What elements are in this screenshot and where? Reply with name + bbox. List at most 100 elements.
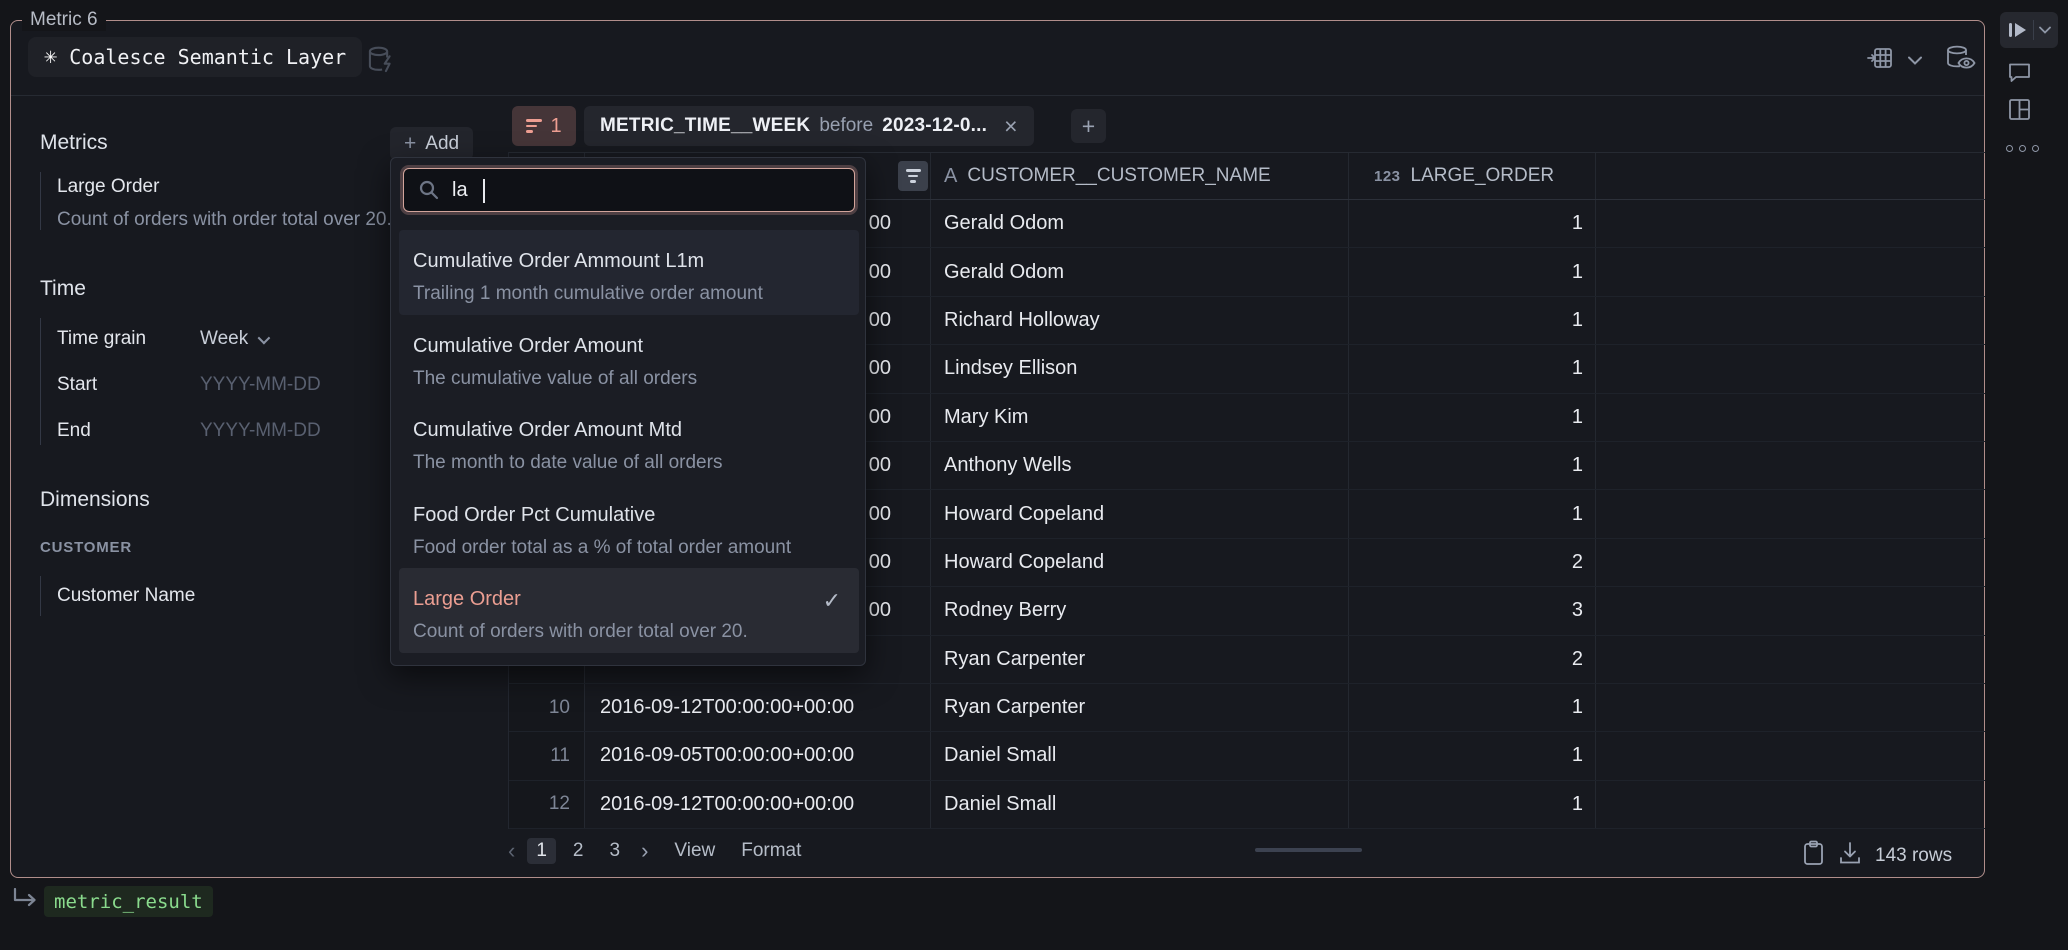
- customer-name-cell: Anthony Wells: [931, 442, 1349, 489]
- search-result-option[interactable]: Cumulative Order Amount MtdThe month to …: [399, 399, 859, 484]
- filter-count-chip[interactable]: 1: [512, 106, 576, 146]
- next-page-icon[interactable]: ›: [641, 838, 648, 864]
- option-description: The month to date value of all orders: [413, 450, 843, 476]
- large-order-cell: 1: [1349, 684, 1596, 731]
- empty-cell: [1596, 442, 1985, 489]
- output-variable-chip[interactable]: metric_result: [44, 886, 213, 917]
- search-input[interactable]: [452, 179, 812, 202]
- page-number-3[interactable]: 3: [600, 838, 629, 864]
- chevron-down-icon[interactable]: [2039, 26, 2051, 34]
- customer-name-column-header[interactable]: A CUSTOMER__CUSTOMER_NAME: [931, 153, 1349, 199]
- large-order-cell: 1: [1349, 345, 1596, 392]
- value-column-title: LARGE_ORDER: [1411, 165, 1555, 187]
- previous-page-icon[interactable]: ‹: [508, 838, 515, 864]
- row-index-cell: 12: [509, 781, 585, 828]
- option-title: Cumulative Order Ammount L1m: [413, 247, 843, 275]
- empty-cell: [1596, 539, 1985, 586]
- search-result-option[interactable]: Cumulative Order Ammount L1m Trailing 1 m…: [399, 230, 859, 315]
- add-button-label: Add: [425, 133, 459, 155]
- empty-cell: [1596, 587, 1985, 634]
- metric-item-title[interactable]: Large Order: [57, 176, 159, 198]
- search-icon: [418, 179, 440, 201]
- database-eye-icon[interactable]: [1944, 44, 1976, 77]
- time-heading: Time: [40, 277, 86, 301]
- customer-name-cell: Daniel Small: [931, 781, 1349, 828]
- page-numbers: 123: [527, 838, 629, 864]
- layout-icon[interactable]: [2008, 98, 2031, 126]
- large-order-column-header[interactable]: 123 LARGE_ORDER: [1349, 153, 1596, 199]
- table-row[interactable]: 122016-09-12T00:00:00+00:00Daniel Small1: [509, 781, 1985, 829]
- large-order-cell: 2: [1349, 636, 1596, 683]
- table-row[interactable]: 102016-09-12T00:00:00+00:00Ryan Carpente…: [509, 684, 1985, 732]
- run-cell-icon: [2009, 23, 2026, 37]
- table-export-icon[interactable]: [1866, 45, 1894, 76]
- comment-icon[interactable]: [2007, 60, 2032, 89]
- chevron-down-icon[interactable]: [1908, 52, 1922, 70]
- large-order-cell: 1: [1349, 297, 1596, 344]
- empty-cell: [1596, 394, 1985, 441]
- horizontal-scrollbar[interactable]: [1255, 848, 1362, 852]
- clipboard-icon[interactable]: [1802, 840, 1825, 871]
- end-date-field[interactable]: YYYY-MM-DD: [200, 420, 321, 442]
- customer-name-cell: Lindsey Ellison: [931, 345, 1349, 392]
- large-order-cell: 1: [1349, 490, 1596, 537]
- date-cell: 2016-09-12T00:00:00+00:00: [585, 781, 931, 828]
- option-description: Trailing 1 month cumulative order amount: [413, 281, 843, 307]
- option-description: Food order total as a % of total order a…: [413, 535, 843, 561]
- time-grain-select[interactable]: Week: [200, 328, 267, 350]
- coalesce-logo-icon: ✳: [44, 46, 57, 68]
- search-input-wrapper: [403, 168, 855, 212]
- metric-search-popover: Cumulative Order Ammount L1m Trailing 1 m…: [390, 157, 866, 666]
- start-date-field[interactable]: YYYY-MM-DD: [200, 374, 321, 396]
- search-result-option[interactable]: Food Order Pct CumulativeFood order tota…: [399, 484, 859, 569]
- page-number-2[interactable]: 2: [564, 838, 593, 864]
- close-icon[interactable]: ×: [1004, 115, 1017, 138]
- date-cell: 2016-09-12T00:00:00+00:00: [585, 684, 931, 731]
- customer-name-cell: Howard Copeland: [931, 539, 1349, 586]
- cell-header-actions: [1866, 44, 1976, 77]
- customer-name-cell: Ryan Carpenter: [931, 684, 1349, 731]
- dimension-item-rule: [40, 576, 41, 616]
- table-row[interactable]: 112016-09-05T00:00:00+00:00Daniel Small1: [509, 732, 1985, 780]
- dimension-item-customer-name[interactable]: Customer Name: [57, 585, 195, 607]
- run-cell-button[interactable]: [2000, 12, 2058, 48]
- customer-name-cell: Rodney Berry: [931, 587, 1349, 634]
- more-dots-icon[interactable]: [2006, 145, 2039, 152]
- column-filter-button[interactable]: [898, 161, 928, 191]
- add-metric-button[interactable]: + Add: [390, 127, 473, 160]
- view-menu[interactable]: View: [674, 840, 715, 862]
- customer-name-cell: Richard Holloway: [931, 297, 1349, 344]
- customer-name-cell: Gerald Odom: [931, 200, 1349, 247]
- large-order-cell: 1: [1349, 248, 1596, 295]
- page-number-1[interactable]: 1: [527, 838, 556, 864]
- row-count: 143 rows: [1875, 845, 1952, 867]
- text-type-icon: A: [944, 165, 957, 188]
- metrics-heading: Metrics: [40, 131, 108, 155]
- metric-item-description: Count of orders with order total over 20…: [57, 209, 392, 231]
- plus-icon: +: [404, 133, 416, 154]
- customer-column-title: CUSTOMER__CUSTOMER_NAME: [967, 165, 1270, 187]
- add-filter-button[interactable]: +: [1071, 109, 1106, 143]
- option-description: Count of orders with order total over 20…: [413, 619, 843, 645]
- text-caret: [483, 179, 485, 203]
- format-menu[interactable]: Format: [741, 840, 801, 862]
- customer-name-cell: Mary Kim: [931, 394, 1349, 441]
- date-cell: 2016-09-05T00:00:00+00:00: [585, 732, 931, 779]
- empty-column-header: [1596, 153, 1985, 199]
- filter-count: 1: [550, 115, 561, 138]
- customer-name-cell: Gerald Odom: [931, 248, 1349, 295]
- download-icon[interactable]: [1838, 841, 1862, 871]
- large-order-cell: 1: [1349, 394, 1596, 441]
- customer-name-cell: Howard Copeland: [931, 490, 1349, 537]
- large-order-cell: 1: [1349, 200, 1596, 247]
- large-order-cell: 1: [1349, 732, 1596, 779]
- pagination: ‹ 123 › View Format: [508, 838, 801, 864]
- row-index-cell: 11: [509, 732, 585, 779]
- empty-cell: [1596, 297, 1985, 344]
- time-rows-rule: [40, 318, 41, 445]
- source-chip[interactable]: ✳ Coalesce Semantic Layer: [28, 37, 362, 77]
- filter-chip[interactable]: METRIC_TIME__WEEK before 2023-12-0... ×: [584, 106, 1034, 146]
- search-result-option[interactable]: Large OrderCount of orders with order to…: [399, 568, 859, 653]
- search-result-option[interactable]: Cumulative Order AmountThe cumulative va…: [399, 315, 859, 400]
- end-label: End: [57, 420, 91, 442]
